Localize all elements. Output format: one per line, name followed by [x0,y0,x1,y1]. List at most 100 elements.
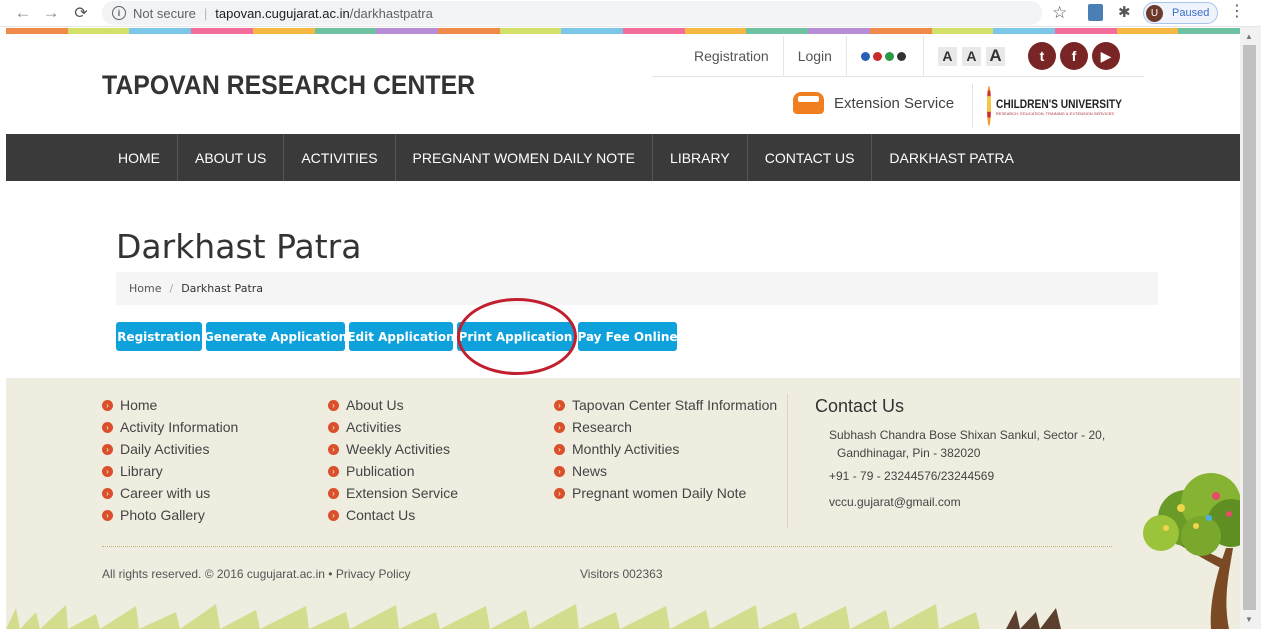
cu-name: CHILDREN'S UNIVERSITY [995,96,1122,111]
footer-link[interactable]: › News [554,460,777,482]
address-bar[interactable]: i Not secure | tapovan.cugujarat.ac.in/d… [102,1,1042,25]
footer-link[interactable]: › Home [102,394,238,416]
color-theme-dot[interactable] [896,51,906,61]
arrow-bullet-icon: › [554,443,565,455]
footer-link[interactable]: › Research [554,416,777,438]
footer-link[interactable]: › Photo Gallery [102,504,238,526]
forward-arrow-icon[interactable]: → [40,2,62,24]
footer-link[interactable]: › Activities [328,416,458,438]
reload-icon[interactable]: ⟳ [70,2,92,24]
footer-link-label: Publication [346,463,415,479]
nav-item-darkhast-patra[interactable]: DARKHAST PATRA [872,134,1030,181]
nav-item-pregnant-women-daily-note[interactable]: PREGNANT WOMEN DAILY NOTE [396,134,654,181]
color-theme-dot[interactable] [884,51,894,61]
footer-link[interactable]: › Career with us [102,482,238,504]
strip-segment [314,28,377,34]
footer-dotted-divider [102,546,1112,547]
scroll-down-icon[interactable]: ▼ [1245,615,1253,624]
strip-segment [684,28,747,34]
footer-link[interactable]: › Daily Activities [102,438,238,460]
strip-segment [1178,28,1241,34]
footer-link[interactable]: › Weekly Activities [328,438,458,460]
registration-link[interactable]: Registration [652,36,783,77]
footer-link-label: Library [120,463,163,479]
footer-link[interactable]: › Library [102,460,238,482]
visitor-counter: Visitors 002363 [580,567,663,581]
profile-button[interactable]: U Paused [1143,2,1218,24]
footer-link-label: Contact Us [346,507,416,523]
footer-link-label: News [572,463,608,479]
footer-link-label: Career with us [120,485,211,501]
profile-status: Paused [1172,7,1210,19]
extension-service-link[interactable]: Extension Service [793,92,954,114]
color-strip [6,28,1241,34]
nav-item-activities[interactable]: ACTIVITIES [284,134,396,181]
footer-link[interactable]: › Activity Information [102,416,238,438]
breadcrumb-separator: / [169,282,174,295]
footer-link-label: Monthly Activities [572,441,680,457]
footer-link[interactable]: › About Us [328,394,458,416]
footer-links-col1: › Home › Activity Information › Daily Activit… [102,394,238,526]
site-footer: › Home › Activity Information › Daily Activit… [6,378,1240,629]
arrow-bullet-icon: › [328,487,339,499]
youtube-icon[interactable]: ▶ [1091,42,1120,70]
footer-link[interactable]: › Publication [328,460,458,482]
strip-segment [67,28,130,34]
extension-icon[interactable] [1088,4,1103,21]
strip-segment [869,28,932,34]
nav-item-contact-us[interactable]: CONTACT US [748,134,873,181]
registration-button[interactable]: Registration [116,322,202,351]
back-arrow-icon[interactable]: ← [12,2,34,24]
strip-segment [808,28,870,34]
edit-application-button[interactable]: Edit Application [347,322,455,351]
footer-link[interactable]: › Monthly Activities [554,438,777,460]
nav-item-home[interactable]: HOME [101,134,178,181]
arrow-bullet-icon: › [102,421,113,433]
color-theme-dot[interactable] [872,51,882,61]
login-link[interactable]: Login [782,35,846,77]
twitter-icon[interactable]: t [1027,42,1056,70]
arrow-bullet-icon: › [102,487,113,499]
strip-segment [437,28,500,34]
footer-link-label: Activity Information [120,419,239,435]
strip-segment [1116,28,1179,34]
strip-segment [499,28,562,34]
url-path: /darkhastpatra [349,5,433,21]
more-menu-icon[interactable]: ⋮ [1229,4,1245,20]
scroll-thumb[interactable] [1243,45,1256,610]
page-scrollbar[interactable]: ▲ ▼ [1240,27,1261,629]
strip-segment [191,28,253,34]
scroll-up-icon[interactable]: ▲ [1245,32,1253,41]
pay-fee-online-button[interactable]: Pay Fee Online [577,322,678,351]
arrow-bullet-icon: › [328,509,339,521]
info-icon[interactable]: i [112,6,126,20]
puzzle-icon[interactable]: ✱ [1118,3,1131,21]
strip-segment [993,28,1055,34]
footer-link[interactable]: › Tapovan Center Staff Information [554,394,777,416]
application-actions: Registration Generate Application Edit A… [116,322,681,351]
strip-segment [129,28,192,34]
nav-item-about-us[interactable]: ABOUT US [178,134,285,181]
footer-link-label: Home [120,397,158,413]
font-size-medium-button[interactable]: A [961,46,981,66]
footer-link[interactable]: › Contact Us [328,504,458,526]
university-emblem-icon [987,86,991,126]
footer-link-label: Research [572,419,632,435]
address-line1: Subhash Chandra Bose Shixan Sankul, Sect… [829,428,1106,442]
facebook-icon[interactable]: f [1059,42,1088,70]
footer-link[interactable]: › Pregnant women Daily Note [554,482,777,504]
font-size-large-button[interactable]: A [985,46,1005,66]
color-theme-dot[interactable] [860,51,870,61]
red-highlight-circle [457,298,577,375]
bookmark-star-icon[interactable]: ☆ [1052,3,1067,23]
contact-email[interactable]: vccu.gujarat@gmail.com [829,495,961,509]
site-title[interactable]: TAPOVAN RESEARCH CENTER [102,70,475,101]
footer-link[interactable]: › Extension Service [328,482,458,504]
font-size-small-button[interactable]: A [937,46,957,66]
strip-segment [252,28,315,34]
breadcrumb-home[interactable]: Home [129,282,161,295]
strip-segment [1054,28,1117,34]
generate-application-button[interactable]: Generate Application [204,322,347,351]
nav-item-library[interactable]: LIBRARY [653,134,748,181]
childrens-university-logo[interactable]: CHILDREN'S UNIVERSITY RESEARCH, EDUCATIO… [972,84,1144,128]
